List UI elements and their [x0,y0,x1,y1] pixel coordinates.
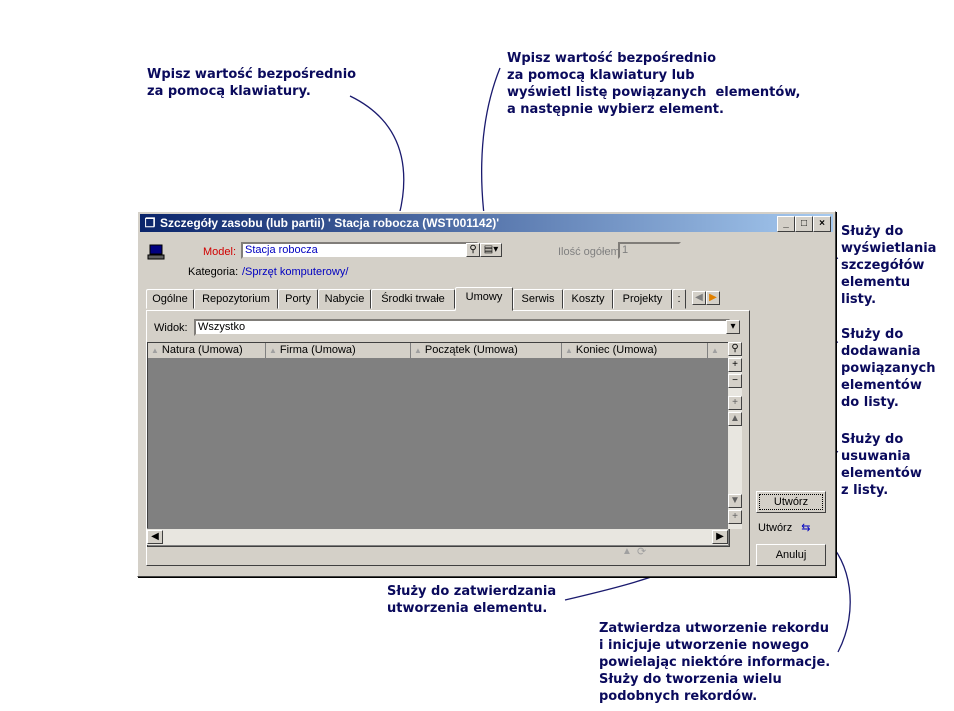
column-koniec[interactable]: ▲ Koniec (Umowa) [562,343,708,359]
tab-nabycie[interactable]: Nabycie [318,289,371,309]
search-icon[interactable]: ⚲ [466,243,480,257]
insert-icon[interactable]: + [728,396,742,410]
sort-icon: ▲ [565,346,573,355]
move-down-icon[interactable]: ▼ [728,494,742,508]
tab-repozytorium[interactable]: Repozytorium [194,289,278,309]
annotation-remove-items: Służy do usuwania elementów z listy. [841,432,922,498]
tab-scroll-right-icon[interactable]: ▶ [706,291,720,305]
category-label: Kategoria: [188,266,239,278]
scroll-right-icon[interactable]: ▶ [712,530,728,544]
sort-icon: ▲ [151,346,159,355]
list-footer: ▲ ⟳ [147,544,728,560]
tab-srodki-trwale[interactable]: Środki trwałe [371,289,455,309]
asset-details-window: ❐ Szczegóły zasobu (lub partii) ' Stacja… [137,211,836,577]
annotation-keyboard-entry: Wpisz wartość bezpośrednio za pomocą kla… [147,67,357,99]
tab-umowy[interactable]: Umowy [455,287,513,311]
tab-ogolne[interactable]: Ogólne [146,289,194,309]
view-details-icon[interactable]: ⚲ [728,342,742,356]
quantity-label: Ilość ogółem: [558,246,623,258]
view-dropdown-icon[interactable]: ▾ [726,320,740,334]
scroll-left-icon[interactable]: ◀ [147,530,163,544]
title-bar[interactable]: ❐ Szczegóły zasobu (lub partii) ' Stacja… [140,214,833,232]
move-up-icon[interactable]: ▲ [728,412,742,426]
column-natura[interactable]: ▲ Natura (Umowa) [148,343,266,359]
tab-serwis[interactable]: Serwis [513,289,563,309]
model-field[interactable]: Stacja robocza [241,242,478,259]
create-button[interactable]: Utwórz [756,491,826,513]
duplicate-icon: ⇆ [801,522,811,534]
category-link[interactable]: /Sprzęt komputerowy/ [242,266,348,278]
column-firma[interactable]: ▲ Firma (Umowa) [266,343,411,359]
side-toolbar: ⚲ + − + ▲ ▼ + [728,342,742,529]
sort-icon: ▲ [711,346,719,355]
sort-icon: ▲ [414,346,422,355]
column-poczatek[interactable]: ▲ Początek (Umowa) [411,343,562,359]
tab-koszty[interactable]: Koszty [563,289,613,309]
model-label: Model: [203,246,237,258]
cancel-button[interactable]: Anuluj [756,544,826,566]
create-duplicate-button[interactable]: Utwórz ⇆ [758,520,826,536]
tab-projekty[interactable]: Projekty [613,289,672,309]
tab-more[interactable]: : [672,289,686,309]
annotation-list-entry: Wpisz wartość bezpośrednio za pomocą kla… [507,51,801,117]
footer-refresh-icon[interactable]: ⟳ [637,545,646,558]
horizontal-scrollbar[interactable]: ◀ ▶ [147,528,728,545]
view-label: Widok: [154,322,188,334]
annotation-confirm-create: Służy do zatwierdzania utworzenia elemen… [387,584,557,616]
insert-below-icon[interactable]: + [728,510,742,524]
quantity-field[interactable]: 1 [618,242,681,259]
maximize-button[interactable]: □ [795,216,813,232]
column-extra[interactable]: ▲ [708,343,729,359]
sort-icon: ▲ [269,346,277,355]
remove-icon[interactable]: − [728,374,742,388]
tab-scroll-left-icon[interactable]: ◀ [692,291,706,305]
list-dropdown-button[interactable]: ▤▾ [480,243,502,257]
annotation-add-items: Służy do dodawania powiązanych elementów… [841,327,936,410]
window-title: Szczegóły zasobu (lub partii) ' Stacja r… [160,216,500,230]
footer-sort-icon: ▲ [622,546,632,557]
close-button[interactable]: × [813,216,831,232]
add-icon[interactable]: + [728,358,742,372]
annotation-duplicate-create: Zatwierdza utworzenie rekordu i inicjuje… [599,621,831,704]
minimize-button[interactable]: _ [777,216,795,232]
contracts-list[interactable]: ▲ Natura (Umowa) ▲ Firma (Umowa) ▲ Początek… [147,342,730,547]
view-select[interactable]: Wszystko [194,319,730,336]
window-icon: ❐ [144,216,156,230]
asset-icon [147,242,167,262]
annotation-view-details: Służy do wyświetlania szczegółów element… [841,224,937,307]
tab-porty[interactable]: Porty [278,289,318,309]
